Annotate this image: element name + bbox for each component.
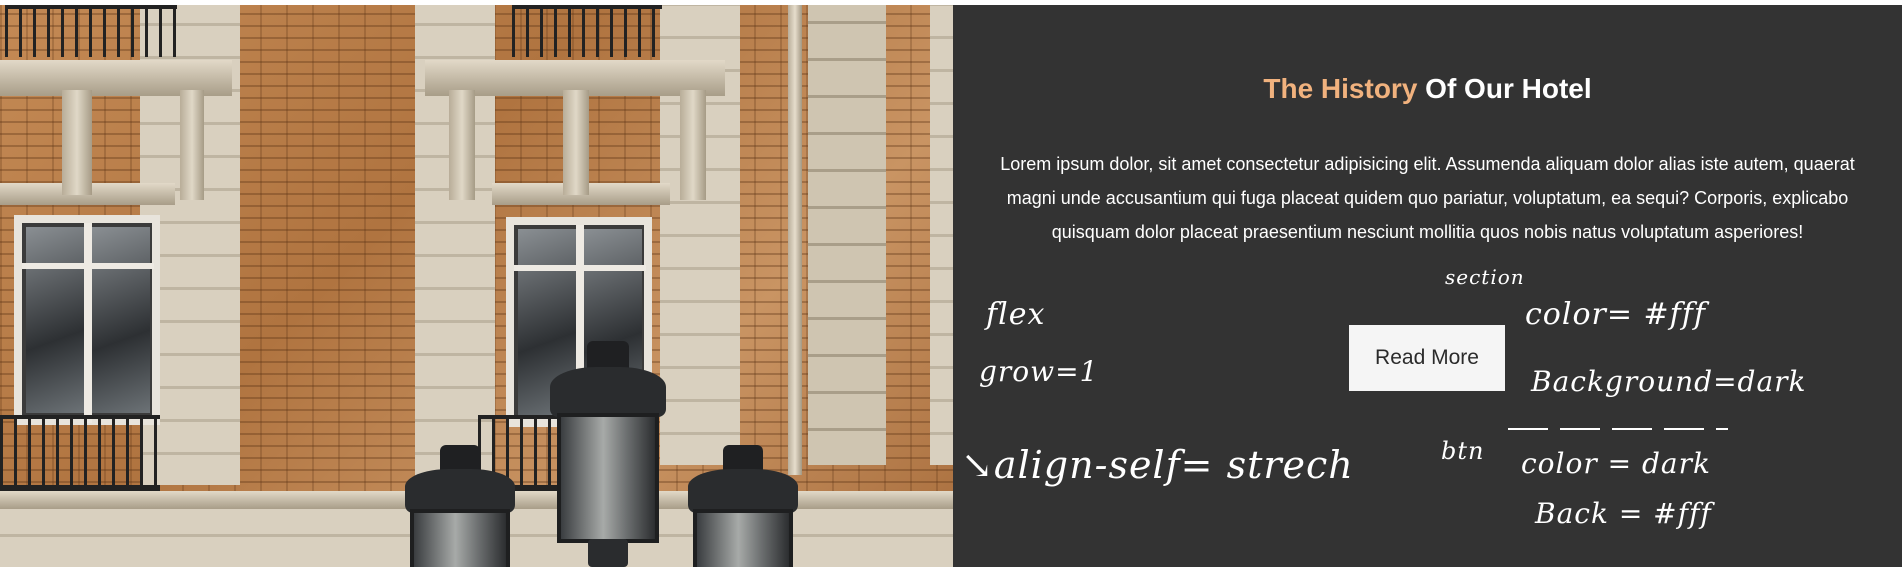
note-back-btn: Back = #fff [1535,497,1712,530]
note-section: section [1445,265,1525,289]
note-color-section: color= #fff [1525,297,1706,332]
note-background-section: Background=dark [1531,365,1807,398]
page: The History Of Our Hotel Lorem ipsum dol… [0,0,1902,567]
note-color-btn: color = dark [1521,447,1711,480]
note-flex: flex [986,297,1046,332]
note-divider [1508,428,1728,430]
history-section: The History Of Our Hotel Lorem ipsum dol… [0,5,1902,567]
read-more-button[interactable]: Read More [1349,325,1505,391]
hotel-building-image [0,5,953,567]
note-grow: grow=1 [979,355,1099,388]
history-content: The History Of Our Hotel Lorem ipsum dol… [953,5,1902,567]
section-description: Lorem ipsum dolor, sit amet consectetur … [1000,154,1855,242]
section-title: The History Of Our Hotel [953,73,1902,105]
note-align-self: ↘align-self= strech [961,443,1354,487]
note-btn: btn [1441,437,1485,465]
title-rest: Of Our Hotel [1425,73,1592,104]
title-accent: The History [1263,73,1418,104]
